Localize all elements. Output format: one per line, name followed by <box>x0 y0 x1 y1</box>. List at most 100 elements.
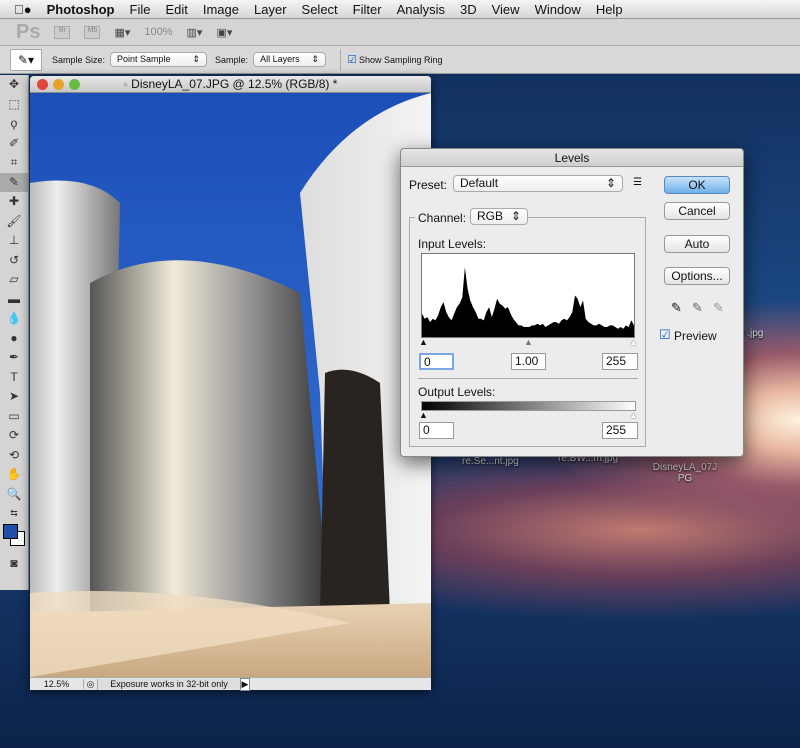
gradient-tool-icon[interactable]: ▬ <box>0 290 28 310</box>
options-bar: ✎▾ Sample Size: Point Sample ⇕ Sample: Al… <box>0 46 800 74</box>
history-brush-tool-icon[interactable]: ↺ <box>0 251 28 271</box>
status-menu-arrow-icon[interactable]: ▶ <box>240 677 250 691</box>
quick-mask-icon[interactable]: ◙ <box>0 554 28 574</box>
move-tool-icon[interactable]: ✥ <box>0 75 28 95</box>
ok-button[interactable]: OK <box>664 176 730 194</box>
hand-tool-icon[interactable]: ✋ <box>0 465 28 485</box>
sample-size-select[interactable]: Point Sample ⇕ <box>110 52 208 67</box>
desktop-icon-label[interactable]: re.Se...nt.jpg <box>462 456 519 467</box>
preset-select[interactable]: Default ⇕ <box>453 175 623 192</box>
eyedropper-tool-preset-icon[interactable]: ✎▾ <box>10 48 42 71</box>
output-white-field[interactable]: 255 <box>602 422 638 439</box>
shape-tool-icon[interactable]: ▭ <box>0 407 28 427</box>
application-bar: Ps Br Mb ▦▾ 100% ▥▾ ▣▾ <box>0 19 800 46</box>
3d-orbit-tool-icon[interactable]: ⟲ <box>0 446 28 466</box>
output-black-field[interactable]: 0 <box>419 422 454 439</box>
show-sampling-ring-checkbox[interactable]: ☑ <box>347 53 357 66</box>
type-tool-icon[interactable]: T <box>0 368 28 388</box>
input-white-slider[interactable]: ▲ <box>629 337 638 347</box>
menu-layer[interactable]: Layer <box>254 2 287 17</box>
input-gamma-field[interactable]: 1.00 <box>511 353 546 370</box>
menu-3d[interactable]: 3D <box>460 2 477 17</box>
zoom-button[interactable] <box>69 79 80 90</box>
input-black-slider[interactable]: ▲ <box>419 337 428 347</box>
eyedropper-tool-icon[interactable]: ✎ <box>0 172 28 192</box>
document-titlebar[interactable]: ▫ DisneyLA_07.JPG @ 12.5% (RGB/8) * <box>30 76 431 93</box>
healing-brush-tool-icon[interactable]: ✚ <box>0 192 28 212</box>
photo-building <box>30 93 431 677</box>
apple-menu-icon[interactable]: ● <box>14 2 32 17</box>
menu-help[interactable]: Help <box>596 2 623 17</box>
sample-size-value: Point Sample <box>117 54 171 64</box>
lasso-tool-icon[interactable]: ϙ <box>0 114 28 134</box>
output-gradient <box>421 401 636 411</box>
arrange-documents-icon[interactable]: ▥▾ <box>187 26 203 39</box>
view-extras-icon[interactable]: ▦▾ <box>114 26 130 39</box>
black-point-eyedropper-icon[interactable]: ✎ <box>671 300 682 316</box>
menu-filter[interactable]: Filter <box>353 2 382 17</box>
show-sampling-ring-label: Show Sampling Ring <box>358 54 443 65</box>
output-levels-label: Output Levels: <box>418 385 496 399</box>
swap-colors-icon[interactable]: ⇆ <box>0 504 28 524</box>
crop-tool-icon[interactable]: ⌗ <box>0 153 28 173</box>
preview-checkbox[interactable]: ☑ <box>659 327 671 343</box>
preset-label: Preset: <box>409 178 448 192</box>
document-status-bar: 12.5% ◎ Exposure works in 32-bit only ▶ <box>30 677 431 691</box>
brush-tool-icon[interactable]: 🖌 <box>0 212 28 232</box>
path-selection-tool-icon[interactable]: ➤ <box>0 387 28 407</box>
menu-edit[interactable]: Edit <box>165 2 187 17</box>
dialog-title: Levels <box>401 149 743 167</box>
gray-point-eyedropper-icon[interactable]: ✎ <box>692 300 703 316</box>
input-white-field[interactable]: 255 <box>602 353 638 370</box>
menu-select[interactable]: Select <box>302 2 338 17</box>
3d-rotate-tool-icon[interactable]: ⟳ <box>0 426 28 446</box>
cancel-button[interactable]: Cancel <box>664 202 730 220</box>
desktop-icon-label[interactable]: DisneyLA_07J PG <box>645 462 725 484</box>
options-button[interactable]: Options... <box>664 267 730 285</box>
preview-label: Preview <box>674 329 717 343</box>
mini-bridge-button[interactable]: Mb <box>84 25 101 39</box>
zoom-percentage-field[interactable]: 12.5% <box>30 679 84 689</box>
eraser-tool-icon[interactable]: ▱ <box>0 270 28 290</box>
menu-bar: ● Photoshop File Edit Image Layer Selec… <box>0 0 800 19</box>
zoom-tool-icon[interactable]: 🔍 <box>0 485 28 505</box>
auto-button[interactable]: Auto <box>664 235 730 253</box>
ps-logo: Ps <box>16 20 41 43</box>
channel-label: Channel: <box>415 211 470 225</box>
menu-file[interactable]: File <box>130 2 151 17</box>
clone-stamp-tool-icon[interactable]: ⊥ <box>0 231 28 251</box>
levels-dialog: Levels Preset: Default ⇕ ☰ Channel: RGB ⇕ … <box>400 148 744 457</box>
bridge-button[interactable]: Br <box>54 25 71 39</box>
color-swatches[interactable] <box>0 523 28 554</box>
foreground-color-swatch[interactable] <box>3 523 18 539</box>
zoom-level-select[interactable]: 100% <box>144 26 172 38</box>
quick-selection-tool-icon[interactable]: ✐ <box>0 134 28 154</box>
pen-tool-icon[interactable]: ✒ <box>0 348 28 368</box>
dodge-tool-icon[interactable]: ● <box>0 329 28 349</box>
preset-options-icon[interactable]: ☰ <box>633 177 642 188</box>
screen-mode-icon[interactable]: ▣▾ <box>216 26 232 39</box>
sample-size-label: Sample Size: <box>52 54 106 65</box>
marquee-tool-icon[interactable]: ⬚ <box>0 95 28 115</box>
sample-select[interactable]: All Layers ⇕ <box>253 52 327 67</box>
output-black-slider[interactable]: ▲ <box>419 410 428 420</box>
menu-photoshop[interactable]: Photoshop <box>47 2 115 17</box>
close-button[interactable] <box>37 79 48 90</box>
input-levels-label: Input Levels: <box>418 237 487 251</box>
menu-image[interactable]: Image <box>203 2 239 17</box>
document-canvas[interactable] <box>30 93 431 677</box>
menu-window[interactable]: Window <box>535 2 581 17</box>
output-white-slider[interactable]: ▲ <box>629 410 638 420</box>
blur-tool-icon[interactable]: 💧 <box>0 309 28 329</box>
minimize-button[interactable] <box>53 79 64 90</box>
document-window: ▫ DisneyLA_07.JPG @ 12.5% (RGB/8) * 12.5… <box>30 76 431 691</box>
input-gamma-slider[interactable]: ▲ <box>524 337 533 347</box>
preset-value: Default <box>460 176 499 190</box>
input-black-field[interactable]: 0 <box>419 353 454 370</box>
white-point-eyedropper-icon[interactable]: ✎ <box>713 300 724 316</box>
menu-analysis[interactable]: Analysis <box>397 2 445 17</box>
channel-select[interactable]: RGB ⇕ <box>470 208 528 225</box>
sample-label: Sample: <box>215 54 249 65</box>
divider <box>340 48 342 71</box>
menu-view[interactable]: View <box>492 2 520 17</box>
